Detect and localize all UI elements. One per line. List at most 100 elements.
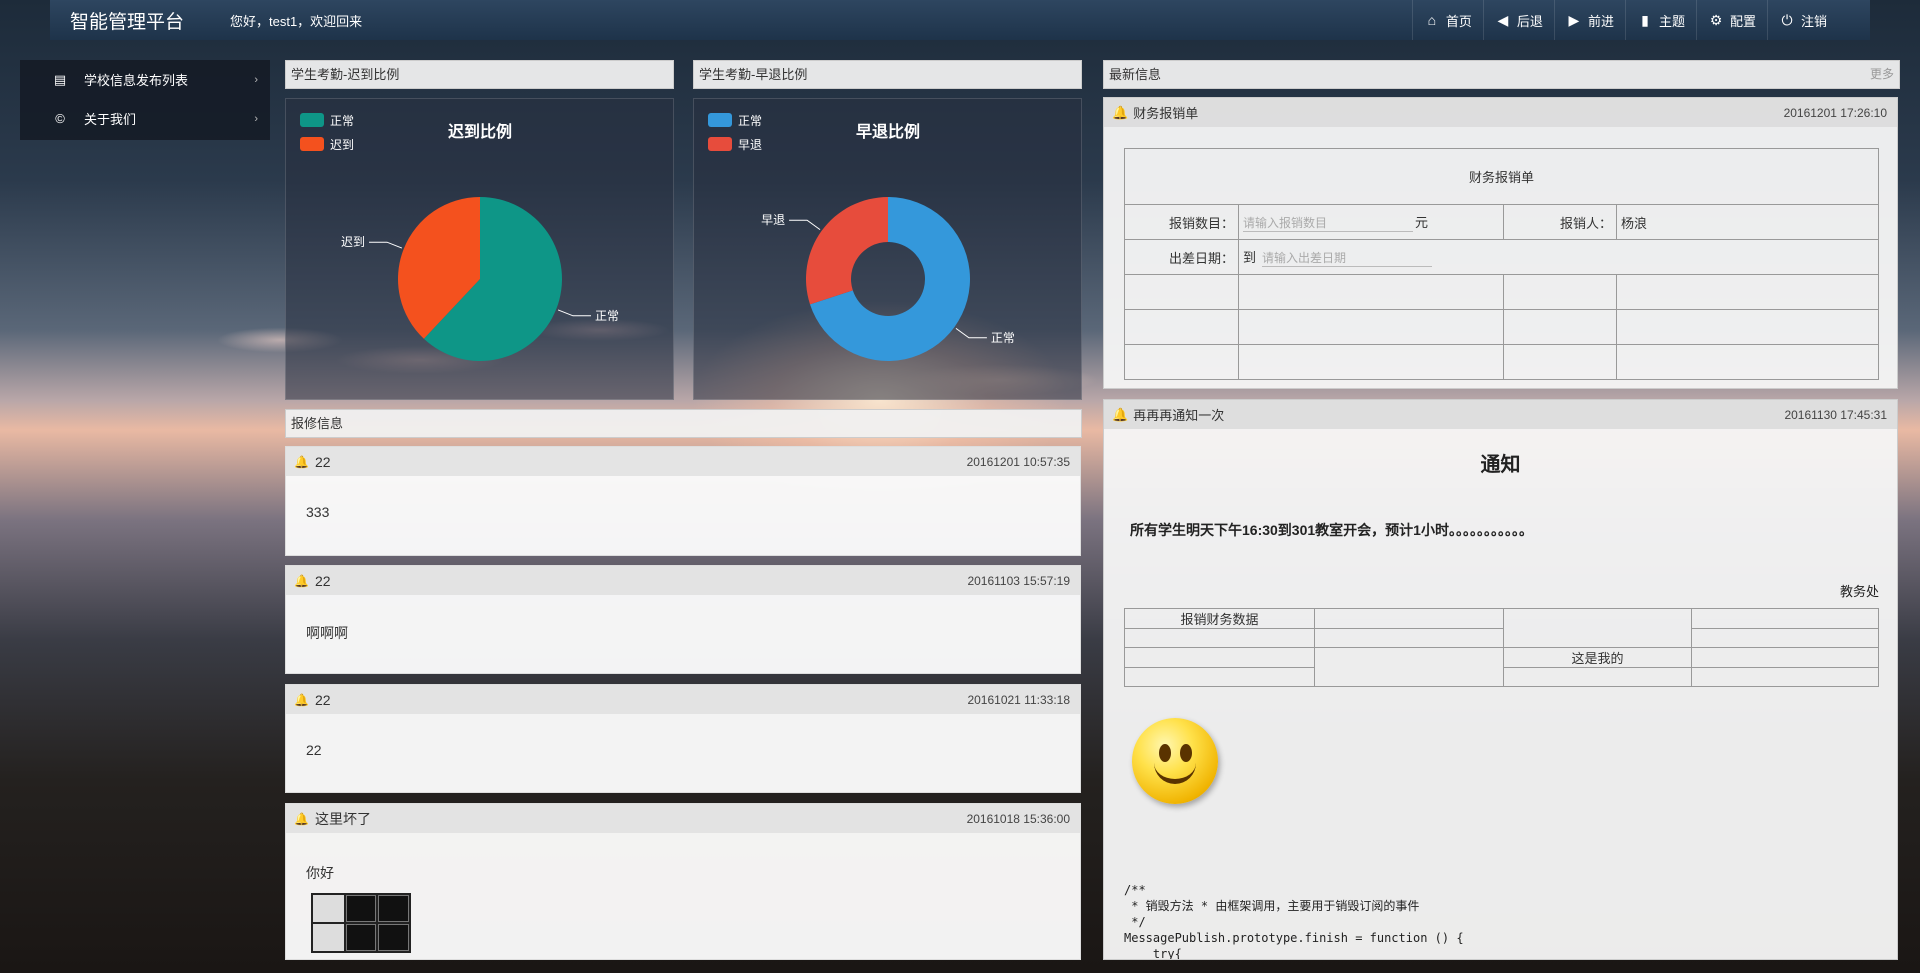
pie-leader-line	[557, 309, 591, 317]
notice-title: 再再再通知一次	[1133, 408, 1225, 423]
early-chart: 早退比例 正常 早退 正常 早退	[693, 98, 1082, 400]
person-value: 杨浪	[1616, 204, 1879, 240]
bell-icon: 🔔	[294, 692, 309, 707]
form-title: 财务报销单	[1124, 148, 1879, 205]
sidebar-item-label: 学校信息发布列表	[84, 73, 189, 88]
sidebar: ▤ 学校信息发布列表 › © 关于我们 ›	[20, 60, 270, 140]
chevron-right-icon: ›	[254, 73, 258, 86]
repair-card[interactable]: 🔔 这里坏了 20161018 15:36:00 你好	[285, 803, 1081, 960]
nav-logout-button[interactable]: ⏻ 注销	[1766, 0, 1838, 40]
chart-title: 早退比例	[856, 122, 920, 141]
app-title: 智能管理平台	[70, 11, 185, 33]
forward-icon: ▶	[1568, 11, 1580, 28]
pie-leader-line	[369, 241, 403, 249]
amount-input[interactable]: 请输入报销数目	[1243, 214, 1413, 232]
nav-label: 首页	[1445, 13, 1472, 29]
late-panel-header: 学生考勤-迟到比例	[285, 60, 674, 89]
legend-label: 迟到	[330, 138, 354, 152]
repair-panel-header: 报修信息	[285, 409, 1082, 438]
back-icon: ◀	[1497, 11, 1509, 28]
pie-slice	[806, 197, 888, 305]
sidebar-item-school-info[interactable]: ▤ 学校信息发布列表 ›	[20, 60, 270, 99]
bell-icon: 🔔	[1112, 406, 1129, 422]
nav-theme-button[interactable]: ▮ 主题	[1624, 0, 1696, 40]
repair-title: 22	[314, 691, 331, 708]
repair-title: 22	[314, 572, 331, 589]
pie-leader-line	[789, 219, 821, 231]
notice-text: 所有学生明天下午16:30到301教室开会，预计1小时。。。。。。。。。。。	[1130, 522, 1533, 538]
sidebar-item-label: 关于我们	[84, 112, 137, 127]
legend-label: 正常	[738, 114, 762, 128]
bell-icon: 🔔	[294, 811, 309, 826]
person-label: 报销人：	[1503, 204, 1617, 240]
pie-label: 正常	[595, 309, 619, 323]
repair-title: 22	[314, 453, 331, 470]
amount-unit: 元	[1415, 215, 1429, 230]
repair-time: 20161018 15:36:00	[966, 811, 1070, 826]
nav-label: 注销	[1800, 13, 1827, 29]
legend-label: 早退	[738, 138, 762, 152]
theme-icon: ▮	[1641, 11, 1649, 28]
legend-label: 正常	[330, 114, 354, 128]
finance-form-table: 财务报销单 报销数目： 请输入报销数目元 报销人： 杨浪 出差日期： 到请输入出…	[1124, 148, 1879, 380]
legend-swatch	[300, 137, 324, 151]
latest-title: 最新信息	[1109, 67, 1162, 82]
date-prefix: 到	[1243, 250, 1257, 265]
pie-leader-line	[955, 327, 987, 339]
pie-label: 早退	[761, 213, 785, 227]
copyright-icon: ©	[55, 111, 65, 126]
notice-table: 报销财务数据 这是我的	[1124, 608, 1879, 687]
top-nav: ⌂ 首页 ◀ 后退 ▶ 前进 ▮ 主题 ⚙ 配置 ⏻ 注销	[1411, 0, 1838, 40]
repair-time: 20161201 10:57:35	[966, 454, 1070, 469]
repair-title: 这里坏了	[314, 810, 371, 827]
early-panel-header: 学生考勤-早退比例	[693, 60, 1082, 89]
nav-label: 后退	[1516, 13, 1543, 29]
nav-home-button[interactable]: ⌂ 首页	[1411, 0, 1483, 40]
repair-card[interactable]: 🔔 22 20161201 10:57:35 333	[285, 446, 1081, 556]
finance-title: 财务报销单	[1133, 106, 1199, 121]
pie-label: 正常	[991, 331, 1015, 345]
nav-back-button[interactable]: ◀ 后退	[1482, 0, 1554, 40]
top-bar: 智能管理平台 您好，test1，欢迎回来 ⌂ 首页 ◀ 后退 ▶ 前进 ▮ 主题 ⚙ 配置…	[50, 0, 1870, 40]
legend-swatch	[300, 113, 324, 127]
date-label: 出差日期：	[1124, 239, 1239, 275]
finance-time: 20161201 17:26:10	[1783, 105, 1887, 120]
table-cell: 这是我的	[1503, 647, 1692, 668]
nav-label: 主题	[1658, 13, 1685, 29]
repair-body: 啊啊啊	[306, 625, 348, 641]
gear-icon: ⚙	[1709, 11, 1723, 28]
bell-icon: 🔔	[1112, 104, 1129, 120]
notice-time: 20161130 17:45:31	[1784, 407, 1887, 422]
nav-label: 配置	[1729, 13, 1756, 29]
repair-body: 22	[306, 742, 322, 758]
date-input[interactable]: 请输入出差日期	[1262, 249, 1433, 267]
late-pie-chart: 迟到比例正常迟到正常迟到	[300, 113, 619, 361]
amount-label: 报销数目：	[1124, 204, 1239, 240]
repair-image	[311, 893, 411, 953]
pie-label: 迟到	[341, 235, 365, 249]
legend-swatch	[708, 137, 732, 151]
notice-card: 🔔 再再再通知一次 20161130 17:45:31 通知 所有学生明天下午16:…	[1103, 399, 1898, 960]
repair-time: 20161021 11:33:18	[967, 692, 1070, 707]
more-link[interactable]: 更多	[1870, 61, 1894, 88]
nav-config-button[interactable]: ⚙ 配置	[1695, 0, 1767, 40]
nav-label: 前进	[1587, 13, 1614, 29]
welcome-text: 您好，test1，欢迎回来	[230, 13, 363, 29]
nav-forward-button[interactable]: ▶ 前进	[1553, 0, 1625, 40]
sidebar-item-about[interactable]: © 关于我们 ›	[20, 99, 270, 138]
home-icon: ⌂	[1427, 12, 1437, 28]
bell-icon: 🔔	[294, 454, 309, 469]
legend-swatch	[708, 113, 732, 127]
repair-card[interactable]: 🔔 22 20161103 15:57:19 啊啊啊	[285, 565, 1081, 674]
list-icon: ▤	[53, 71, 67, 87]
repair-card[interactable]: 🔔 22 20161021 11:33:18 22	[285, 684, 1081, 793]
early-donut-chart: 早退比例正常早退正常早退	[708, 113, 1015, 361]
chart-title: 迟到比例	[448, 122, 512, 141]
chevron-right-icon: ›	[254, 112, 258, 125]
smiley-image	[1132, 718, 1218, 804]
late-chart: 迟到比例 正常 迟到 正常 迟到	[285, 98, 674, 400]
latest-panel-header: 最新信息 更多	[1103, 60, 1900, 89]
repair-time: 20161103 15:57:19	[967, 573, 1070, 588]
notice-heading: 通知	[1480, 454, 1521, 476]
finance-card: 🔔 财务报销单 20161201 17:26:10 财务报销单 报销数目： 请输入报…	[1103, 97, 1898, 389]
